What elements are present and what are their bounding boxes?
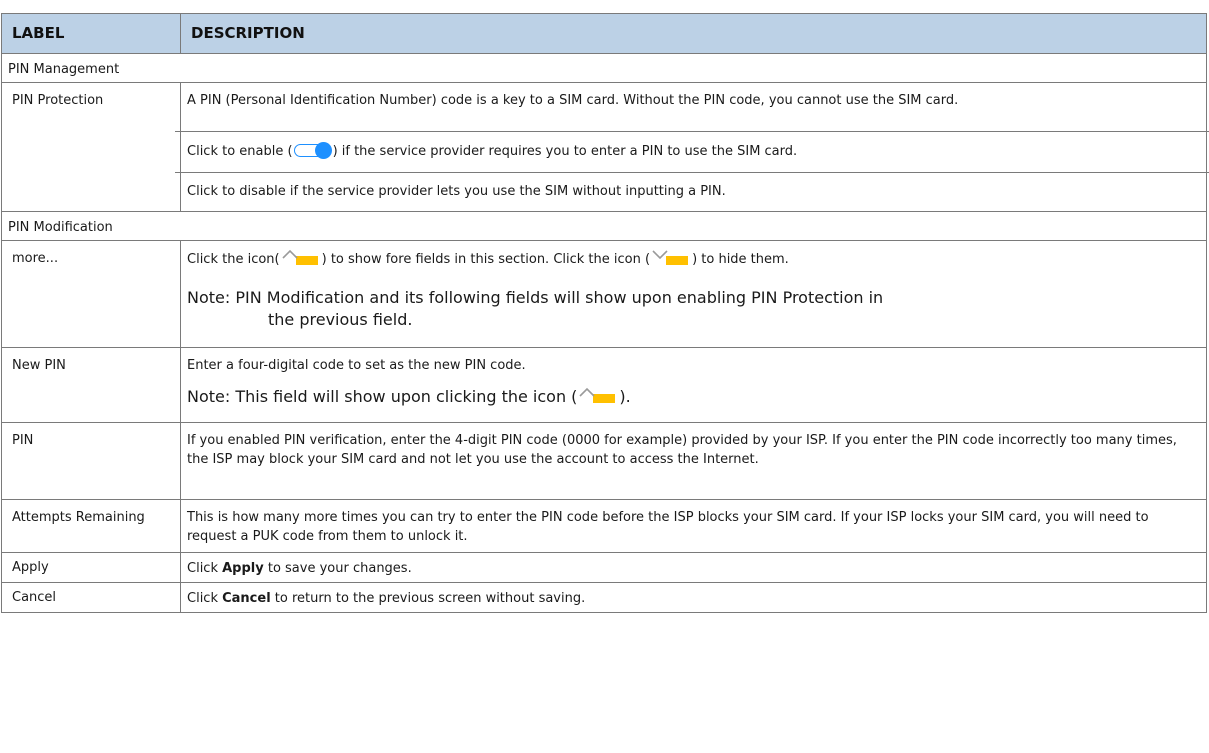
description-column-header: DESCRIPTION bbox=[180, 13, 1207, 54]
pin-paragraph: If you enabled PIN verification, enter t… bbox=[187, 433, 1177, 467]
more-note: Note: PIN Modification and its following… bbox=[187, 288, 884, 329]
more-paragraph: Click the icon() to show fore fields in … bbox=[181, 241, 1206, 287]
new-pin-note: Note: This field will show upon clicking… bbox=[187, 386, 631, 406]
row-label: PIN bbox=[1, 422, 181, 500]
table-row: Attempts Remaining This is how many more… bbox=[1, 499, 1207, 553]
apply-paragraph: Click Apply to save your changes. bbox=[187, 561, 412, 576]
row-label: New PIN bbox=[1, 347, 181, 423]
description-table: LABEL DESCRIPTION PIN Management PIN Pro… bbox=[1, 13, 1209, 613]
table-row: PIN Protection A PIN (Personal Identific… bbox=[1, 82, 1209, 212]
row-description: This is how many more times you can try … bbox=[180, 499, 1207, 553]
table-row: New PIN Enter a four-digital code to set… bbox=[1, 347, 1207, 423]
section-pin-modification: PIN Modification bbox=[1, 211, 1207, 241]
table-row: Apply Click Apply to save your changes. bbox=[1, 552, 1207, 583]
row-label: Attempts Remaining bbox=[1, 499, 181, 553]
chevron-up-folder-icon bbox=[579, 386, 617, 404]
section-row: PIN Modification bbox=[1, 211, 1207, 241]
pin-protection-disable-paragraph: Click to disable if the service provider… bbox=[187, 184, 726, 199]
attempts-paragraph: This is how many more times you can try … bbox=[187, 510, 1149, 544]
row-description: Enter a four-digital code to set as the … bbox=[180, 347, 1207, 423]
section-row: PIN Management bbox=[1, 53, 1207, 83]
new-pin-paragraph: Enter a four-digital code to set as the … bbox=[187, 358, 526, 373]
row-label: Cancel bbox=[1, 582, 181, 613]
chevron-up-folder-icon bbox=[282, 248, 320, 266]
table-row: PIN If you enabled PIN verification, ent… bbox=[1, 422, 1207, 500]
toggle-on-icon bbox=[293, 142, 332, 159]
label-column-header: LABEL bbox=[1, 13, 181, 54]
cancel-paragraph: Click Cancel to return to the previous s… bbox=[187, 591, 586, 606]
chevron-down-folder-icon bbox=[652, 248, 690, 266]
row-description: A PIN (Personal Identification Number) c… bbox=[175, 82, 1209, 212]
row-description: Click Apply to save your changes. bbox=[180, 552, 1207, 583]
row-description: If you enabled PIN verification, enter t… bbox=[180, 422, 1207, 500]
row-description: Click the icon() to show fore fields in … bbox=[180, 240, 1207, 348]
row-label: more... bbox=[1, 240, 181, 348]
row-label: Apply bbox=[1, 552, 181, 583]
row-description: Click Cancel to return to the previous s… bbox=[180, 582, 1207, 613]
pin-protection-paragraph: A PIN (Personal Identification Number) c… bbox=[187, 93, 959, 108]
row-label: PIN Protection bbox=[1, 82, 181, 212]
table-header-row: LABEL DESCRIPTION bbox=[1, 13, 1207, 54]
table-row: more... Click the icon() to show fore fi… bbox=[1, 240, 1207, 348]
pin-protection-enable-paragraph: Click to enable () if the service provid… bbox=[187, 142, 798, 159]
table-row: Cancel Click Cancel to return to the pre… bbox=[1, 582, 1207, 613]
section-pin-management: PIN Management bbox=[1, 53, 1207, 83]
